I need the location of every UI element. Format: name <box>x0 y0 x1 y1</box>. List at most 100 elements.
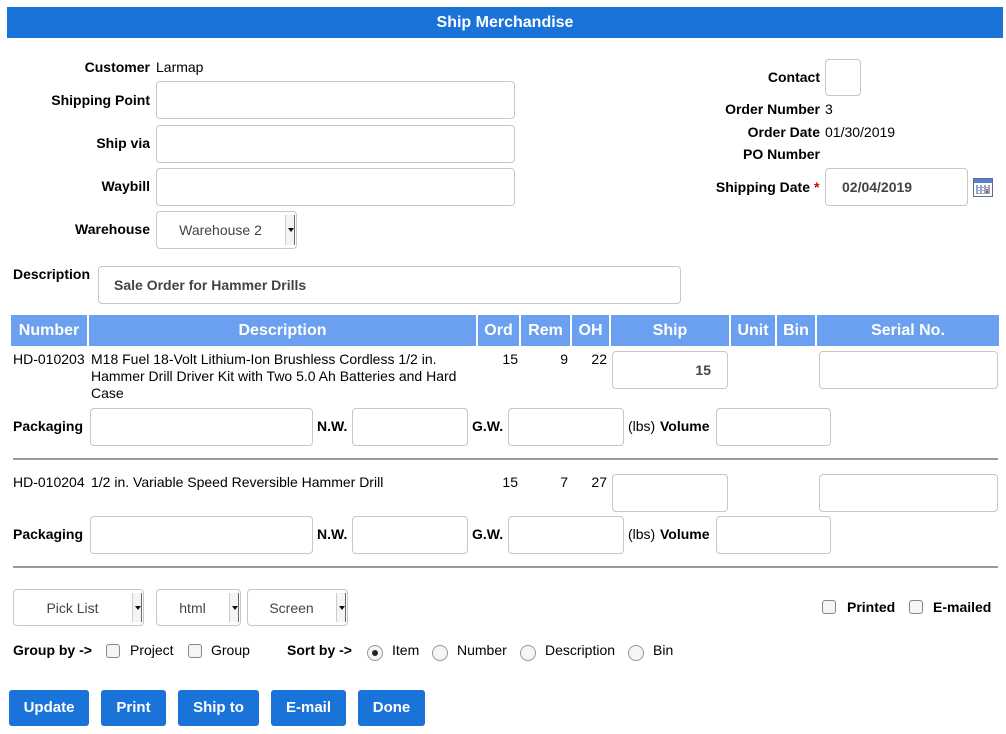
warehouse-select[interactable]: Warehouse 2 <box>156 211 297 249</box>
sort-number-radio[interactable] <box>432 645 448 661</box>
sort-number-label: Number <box>457 642 507 658</box>
shipping-point-label: Shipping Point <box>51 92 150 108</box>
page-title: Ship Merchandise <box>7 7 1003 38</box>
gross-weight-input[interactable] <box>508 408 624 446</box>
column-header-description: Description <box>89 315 476 346</box>
print-button[interactable]: Print <box>101 690 166 726</box>
net-weight-label: N.W. <box>317 418 348 434</box>
packaging-label: Packaging <box>13 526 84 542</box>
sort-by-label: Sort by -> <box>287 642 352 658</box>
group-project-checkbox[interactable] <box>106 644 120 658</box>
printed-label: Printed <box>847 599 896 615</box>
format-select-value: html <box>179 599 206 616</box>
packaging-label: Packaging <box>13 418 84 434</box>
emailed-label: E-mailed <box>933 599 992 615</box>
gross-weight-input[interactable] <box>508 516 624 554</box>
chevron-down-icon <box>285 215 294 245</box>
ship-via-label: Ship via <box>96 135 150 151</box>
sort-item-label: Item <box>392 642 420 658</box>
update-button[interactable]: Update <box>9 690 89 726</box>
column-header-ord: Ord <box>478 315 519 346</box>
waybill-input[interactable] <box>156 168 515 206</box>
media-select-value: Screen <box>269 599 314 616</box>
done-button[interactable]: Done <box>358 690 425 726</box>
sort-description-label: Description <box>545 642 616 658</box>
ship-via-input[interactable] <box>156 125 515 163</box>
row-divider <box>13 458 998 460</box>
order-number-value: 3 <box>825 101 833 117</box>
printed-checkbox[interactable] <box>822 600 836 614</box>
item-description: M18 Fuel 18-Volt Lithium-Ion Brushless C… <box>91 351 457 401</box>
item-oh: 22 <box>591 351 607 367</box>
column-header-unit: Unit <box>731 315 775 346</box>
lbs-unit-label: (lbs) <box>628 418 656 434</box>
ship-quantity-input[interactable] <box>612 351 728 389</box>
sort-bin-radio[interactable] <box>628 645 644 661</box>
item-description: 1/2 in. Variable Speed Reversible Hammer… <box>91 474 384 490</box>
sort-description-radio[interactable] <box>520 645 536 661</box>
contact-input[interactable] <box>825 59 861 96</box>
net-weight-label: N.W. <box>317 526 348 542</box>
shipping-date-label: Shipping Date <box>715 179 810 195</box>
shipping-date-input[interactable] <box>825 168 968 206</box>
gross-weight-label: G.W. <box>472 418 504 434</box>
contact-label: Contact <box>767 69 820 85</box>
po-number-label: PO Number <box>742 146 820 162</box>
serial-number-input[interactable] <box>819 474 998 512</box>
volume-label: Volume <box>660 418 710 434</box>
customer-label: Customer <box>84 59 150 75</box>
calendar-icon[interactable] <box>973 178 993 197</box>
group-project-label: Project <box>130 642 174 658</box>
media-select[interactable]: Screen <box>247 589 348 626</box>
item-ord: 15 <box>502 351 518 367</box>
chevron-down-icon <box>229 593 238 622</box>
required-marker: * <box>814 179 820 195</box>
column-header-oh: OH <box>572 315 609 346</box>
column-header-number: Number <box>11 315 87 346</box>
ship-quantity-input[interactable] <box>612 474 728 512</box>
sort-bin-label: Bin <box>653 642 674 658</box>
item-number: HD-010203 <box>13 351 85 367</box>
row-divider <box>13 566 998 568</box>
packaging-input[interactable] <box>90 408 313 446</box>
order-date-value: 01/30/2019 <box>825 124 896 140</box>
sort-item-radio[interactable] <box>367 645 383 661</box>
item-rem: 7 <box>560 474 568 490</box>
shipping-point-input[interactable] <box>156 81 515 119</box>
chevron-down-icon <box>336 593 345 622</box>
warehouse-label: Warehouse <box>75 221 150 237</box>
order-date-label: Order Date <box>747 124 820 140</box>
form-type-select-value: Pick List <box>46 599 99 616</box>
email-button[interactable]: E-mail <box>271 690 346 726</box>
packaging-input[interactable] <box>90 516 313 554</box>
gross-weight-label: G.W. <box>472 526 504 542</box>
lbs-unit-label: (lbs) <box>628 526 656 542</box>
column-header-ship: Ship <box>611 315 729 346</box>
item-ord: 15 <box>502 474 518 490</box>
net-weight-input[interactable] <box>352 516 468 554</box>
ship-to-button[interactable]: Ship to <box>178 690 259 726</box>
customer-value: Larmap <box>156 59 204 75</box>
column-header-bin: Bin <box>777 315 815 346</box>
group-group-label: Group <box>211 642 250 658</box>
emailed-checkbox[interactable] <box>909 600 923 614</box>
waybill-label: Waybill <box>101 178 151 194</box>
column-header-rem: Rem <box>521 315 570 346</box>
form-type-select[interactable]: Pick List <box>13 589 144 626</box>
chevron-down-icon <box>132 593 141 622</box>
volume-input[interactable] <box>716 408 831 446</box>
column-header-serial: Serial No. <box>817 315 999 346</box>
description-input[interactable] <box>98 266 681 304</box>
item-rem: 9 <box>560 351 568 367</box>
volume-label: Volume <box>660 526 710 542</box>
volume-input[interactable] <box>716 516 831 554</box>
warehouse-select-value: Warehouse 2 <box>179 222 262 238</box>
net-weight-input[interactable] <box>352 408 468 446</box>
order-number-label: Order Number <box>725 101 820 117</box>
item-number: HD-010204 <box>13 474 85 490</box>
group-by-label: Group by -> <box>13 642 92 658</box>
item-oh: 27 <box>591 474 607 490</box>
serial-number-input[interactable] <box>819 351 998 389</box>
format-select[interactable]: html <box>156 589 241 626</box>
group-group-checkbox[interactable] <box>188 644 202 658</box>
